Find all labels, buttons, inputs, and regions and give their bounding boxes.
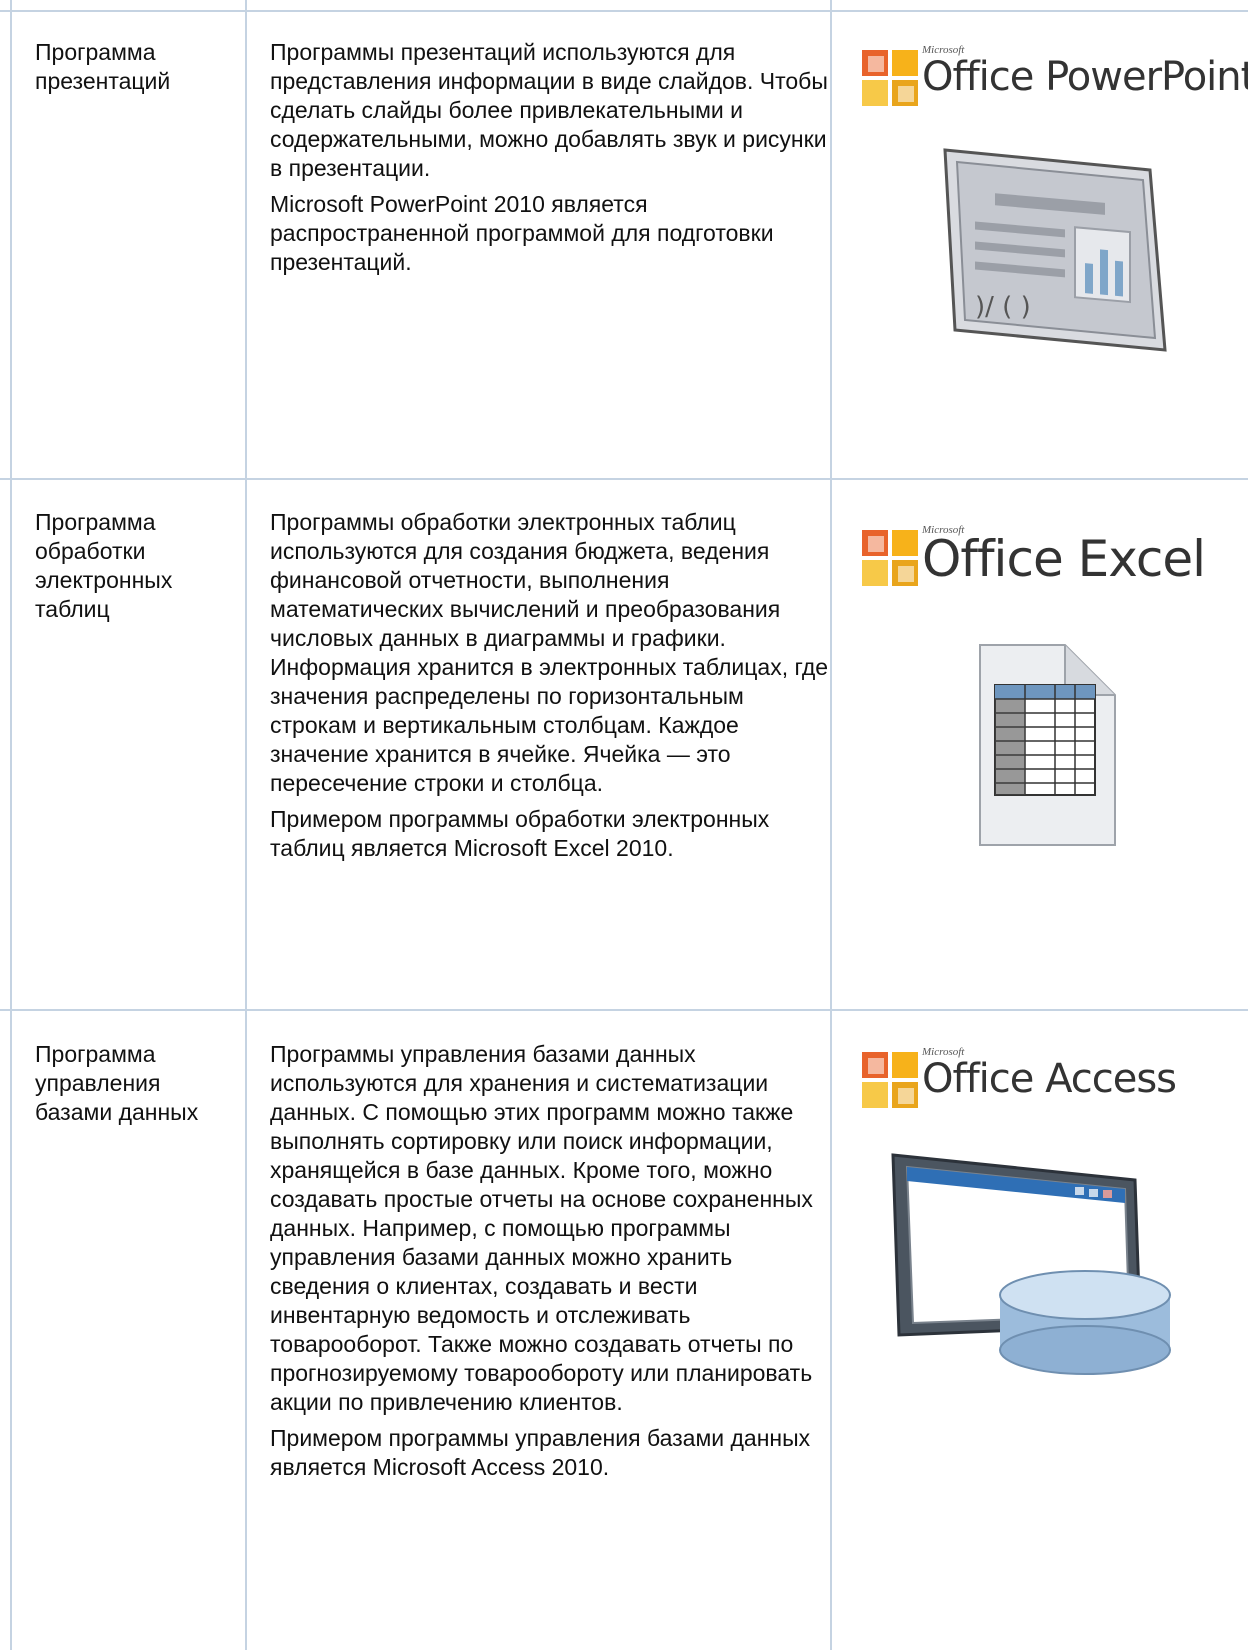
- table-border-top: [0, 10, 1248, 12]
- description-paragraph: Примером программы обработки электронных…: [270, 806, 770, 861]
- description-cell: Программы управления базами данных испол…: [270, 1040, 830, 1489]
- office-access-logo: Microsoft Office Access: [860, 1042, 1240, 1122]
- description-cell: Программы обработки электронных таблиц и…: [270, 508, 830, 870]
- description-paragraph: Microsoft PowerPoint 2010 является распр…: [270, 191, 774, 275]
- product-name: Office Excel: [922, 530, 1206, 588]
- svg-text:)/ ( ): )/ ( ): [975, 292, 1031, 322]
- column-divider-1: [245, 0, 247, 1650]
- description-cell: Программы презентаций используются для п…: [270, 38, 830, 284]
- office-excel-logo: Microsoft Office Excel: [860, 520, 1240, 600]
- software-table: Программа презентаций Программы презента…: [0, 0, 1248, 1650]
- slide-icon: )/ ( ): [943, 148, 1167, 352]
- spreadsheet-document-icon: [979, 644, 1116, 846]
- product-name: Office Access: [922, 1056, 1177, 1102]
- category-cell: Программа обработки электронных таблиц: [35, 509, 173, 622]
- office-powerpoint-logo: Microsoft Office PowerPoint: [860, 40, 1248, 120]
- column-divider-2: [830, 0, 832, 1650]
- product-name: Office PowerPoint: [922, 54, 1248, 100]
- description-paragraph: Примером программы управления базами дан…: [270, 1425, 811, 1480]
- office-logo-icon: [862, 50, 918, 106]
- office-logo-icon: [862, 530, 918, 586]
- database-window-icon: [891, 1153, 1171, 1375]
- description-paragraph: Программы управления базами данных испол…: [270, 1041, 813, 1415]
- row-divider-1: [0, 478, 1248, 480]
- office-logo-icon: [862, 1052, 918, 1108]
- description-paragraph: Программы презентаций используются для п…: [270, 39, 828, 181]
- table-border-left: [10, 0, 12, 1650]
- category-cell: Программа управления базами данных: [35, 1041, 199, 1125]
- description-paragraph: Программы обработки электронных таблиц и…: [270, 509, 829, 796]
- category-cell: Программа презентаций: [35, 39, 171, 94]
- row-divider-2: [0, 1009, 1248, 1011]
